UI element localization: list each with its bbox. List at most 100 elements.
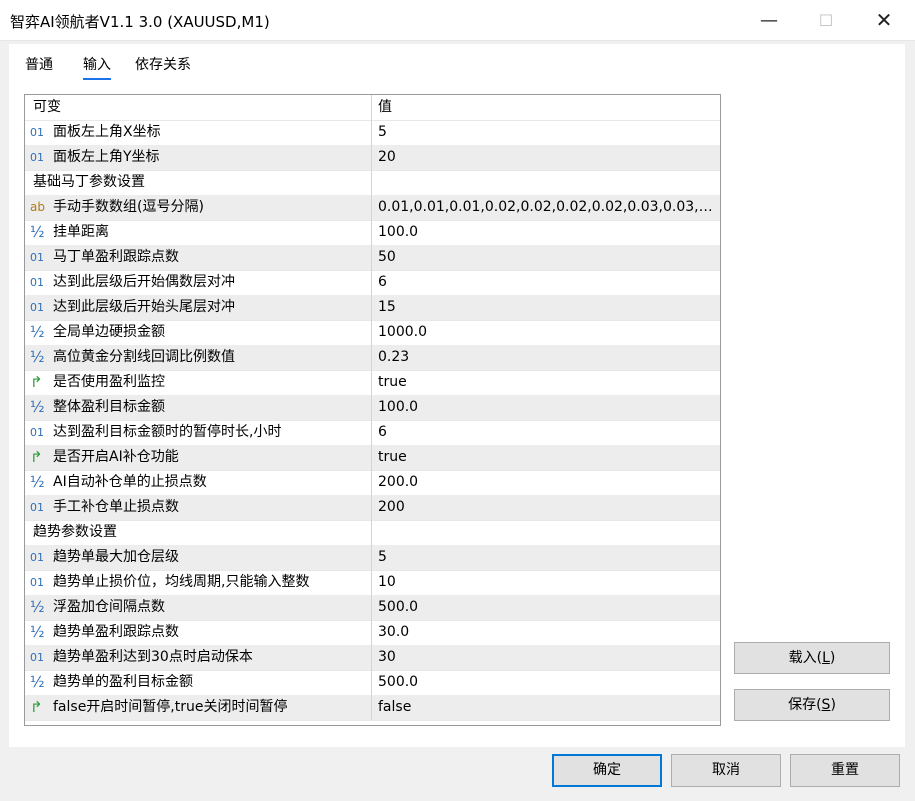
param-value[interactable]: 6 xyxy=(378,270,716,295)
reset-button[interactable]: 重置 xyxy=(790,754,900,787)
maximize-icon[interactable]: ☐ xyxy=(797,0,855,40)
integer-type-icon: 01 xyxy=(30,251,44,264)
grid-header: 可变 值 xyxy=(25,95,720,121)
param-name-cell: ½ 趋势单的盈利目标金额 xyxy=(25,670,372,695)
param-value[interactable]: 100.0 xyxy=(378,220,716,245)
grid-row[interactable]: ½ 趋势单的盈利目标金额 500.0 xyxy=(25,670,720,696)
grid-row[interactable]: ab 手动手数数组(逗号分隔) 0.01,0.01,0.01,0.02,0.02,0… xyxy=(25,195,720,221)
boolean-type-icon: ↱ xyxy=(30,448,43,466)
inputs-grid: 可变 值 01 面板左上角X坐标 5 01 面板左上角Y坐标 20 基础马丁参数设置 ab 手动… xyxy=(24,94,721,726)
grid-row[interactable]: ½ 高位黄金分割线回调比例数值 0.23 xyxy=(25,345,720,371)
param-value[interactable]: 0.01,0.01,0.01,0.02,0.02,0.02,0.02,0.03,… xyxy=(378,195,716,220)
integer-type-icon: 01 xyxy=(30,426,44,439)
param-name-cell: ½ 挂单距离 xyxy=(25,220,372,245)
grid-row[interactable]: 01 手工补仓单止损点数 200 xyxy=(25,495,720,521)
grid-row[interactable]: 01 面板左上角X坐标 5 xyxy=(25,120,720,146)
ok-button[interactable]: 确定 xyxy=(552,754,662,787)
grid-row[interactable]: 01 趋势单盈利达到30点时启动保本 30 xyxy=(25,645,720,671)
param-value[interactable]: true xyxy=(378,370,716,395)
param-name: 全局单边硬损金额 xyxy=(53,324,165,340)
param-value[interactable]: 200 xyxy=(378,495,716,520)
minimize-icon[interactable]: — xyxy=(740,0,798,40)
param-name-cell: ½ 浮盈加仓间隔点数 xyxy=(25,595,372,620)
integer-type-icon: 01 xyxy=(30,651,44,664)
grid-row[interactable]: 01 马丁单盈利跟踪点数 50 xyxy=(25,245,720,271)
integer-type-icon: 01 xyxy=(30,301,44,314)
param-name-cell: ab 手动手数数组(逗号分隔) xyxy=(25,195,372,220)
grid-row[interactable]: ↱ 是否开启AI补仓功能 true xyxy=(25,445,720,471)
param-name: 浮盈加仓间隔点数 xyxy=(53,599,165,615)
grid-row[interactable]: 01 面板左上角Y坐标 20 xyxy=(25,145,720,171)
grid-row[interactable]: 01 达到此层级后开始偶数层对冲 6 xyxy=(25,270,720,296)
title-bar: 智弈AI领航者V1.1 3.0 (XAUUSD,M1) — ☐ ✕ xyxy=(0,0,915,41)
param-name-cell: ↱ 是否使用盈利监控 xyxy=(25,370,372,395)
param-name: 是否使用盈利监控 xyxy=(53,374,165,390)
grid-row[interactable]: 基础马丁参数设置 xyxy=(25,170,720,196)
param-name-cell: ½ AI自动补仓单的止损点数 xyxy=(25,470,372,495)
param-value[interactable]: 15 xyxy=(378,295,716,320)
integer-type-icon: 01 xyxy=(30,576,44,589)
param-name-cell: ↱ 是否开启AI补仓功能 xyxy=(25,445,372,470)
close-icon[interactable]: ✕ xyxy=(855,0,913,40)
tab-inputs[interactable]: 输入 xyxy=(83,54,111,80)
grid-row[interactable]: ½ AI自动补仓单的止损点数 200.0 xyxy=(25,470,720,496)
grid-row[interactable]: 01 达到此层级后开始头尾层对冲 15 xyxy=(25,295,720,321)
param-value[interactable]: 200.0 xyxy=(378,470,716,495)
param-value[interactable]: 1000.0 xyxy=(378,320,716,345)
param-name: 趋势单盈利跟踪点数 xyxy=(53,624,179,640)
param-value[interactable]: 50 xyxy=(378,245,716,270)
param-value[interactable]: 100.0 xyxy=(378,395,716,420)
param-name: 挂单距离 xyxy=(53,224,109,240)
param-value[interactable]: 20 xyxy=(378,145,716,170)
param-name-cell: 01 达到盈利目标金额时的暂停时长,小时 xyxy=(25,420,372,445)
param-name-cell: 01 马丁单盈利跟踪点数 xyxy=(25,245,372,270)
param-value[interactable]: 500.0 xyxy=(378,595,716,620)
param-value[interactable]: true xyxy=(378,445,716,470)
save-button[interactable]: 保存(S) xyxy=(734,689,890,721)
param-value[interactable]: 6 xyxy=(378,420,716,445)
param-value[interactable]: 0.23 xyxy=(378,345,716,370)
param-value[interactable]: 5 xyxy=(378,545,716,570)
string-type-icon: ab xyxy=(30,200,45,214)
grid-row[interactable]: ½ 趋势单盈利跟踪点数 30.0 xyxy=(25,620,720,646)
param-value[interactable]: false xyxy=(378,695,716,720)
param-name: 是否开启AI补仓功能 xyxy=(53,449,179,465)
cancel-button[interactable]: 取消 xyxy=(671,754,781,787)
param-value[interactable]: 30.0 xyxy=(378,620,716,645)
param-value[interactable]: 5 xyxy=(378,120,716,145)
param-value[interactable]: 10 xyxy=(378,570,716,595)
grid-row[interactable]: 01 达到盈利目标金额时的暂停时长,小时 6 xyxy=(25,420,720,446)
param-name-cell: 01 面板左上角Y坐标 xyxy=(25,145,372,170)
integer-type-icon: 01 xyxy=(30,276,44,289)
grid-row[interactable]: 趋势参数设置 xyxy=(25,520,720,546)
tab-common[interactable]: 普通 xyxy=(25,54,53,74)
grid-row[interactable]: ↱ false开启时间暂停,true关闭时间暂停 false xyxy=(25,695,720,721)
param-value xyxy=(378,170,716,195)
double-type-icon: ½ xyxy=(30,348,45,366)
integer-type-icon: 01 xyxy=(30,551,44,564)
param-name-cell: 01 趋势单盈利达到30点时启动保本 xyxy=(25,645,372,670)
load-button[interactable]: 载入(L) xyxy=(734,642,890,674)
tab-dependencies[interactable]: 依存关系 xyxy=(135,54,191,74)
grid-row[interactable]: 01 趋势单最大加仓层级 5 xyxy=(25,545,720,571)
window-title: 智弈AI领航者V1.1 3.0 (XAUUSD,M1) xyxy=(10,13,270,31)
param-name: 手动手数数组(逗号分隔) xyxy=(53,199,204,215)
integer-type-icon: 01 xyxy=(30,501,44,514)
grid-row[interactable]: ½ 浮盈加仓间隔点数 500.0 xyxy=(25,595,720,621)
grid-row[interactable]: 01 趋势单止损价位，均线周期,只能输入整数 10 xyxy=(25,570,720,596)
param-value[interactable]: 30 xyxy=(378,645,716,670)
param-name-cell: 01 面板左上角X坐标 xyxy=(25,120,372,145)
grid-row[interactable]: ↱ 是否使用盈利监控 true xyxy=(25,370,720,396)
integer-type-icon: 01 xyxy=(30,151,44,164)
properties-panel: 普通 输入 依存关系 可变 值 01 面板左上角X坐标 5 01 面板左上角Y坐标 20 基… xyxy=(9,44,905,747)
column-header-value: 值 xyxy=(378,99,392,115)
grid-row[interactable]: ½ 整体盈利目标金额 100.0 xyxy=(25,395,720,421)
param-name-cell: 01 达到此层级后开始偶数层对冲 xyxy=(25,270,372,295)
grid-row[interactable]: ½ 全局单边硬损金额 1000.0 xyxy=(25,320,720,346)
param-name: 趋势单的盈利目标金额 xyxy=(53,674,193,690)
double-type-icon: ½ xyxy=(30,598,45,616)
grid-row[interactable]: ½ 挂单距离 100.0 xyxy=(25,220,720,246)
param-name-cell: ½ 全局单边硬损金额 xyxy=(25,320,372,345)
param-name: 趋势单盈利达到30点时启动保本 xyxy=(53,649,253,665)
param-value[interactable]: 500.0 xyxy=(378,670,716,695)
